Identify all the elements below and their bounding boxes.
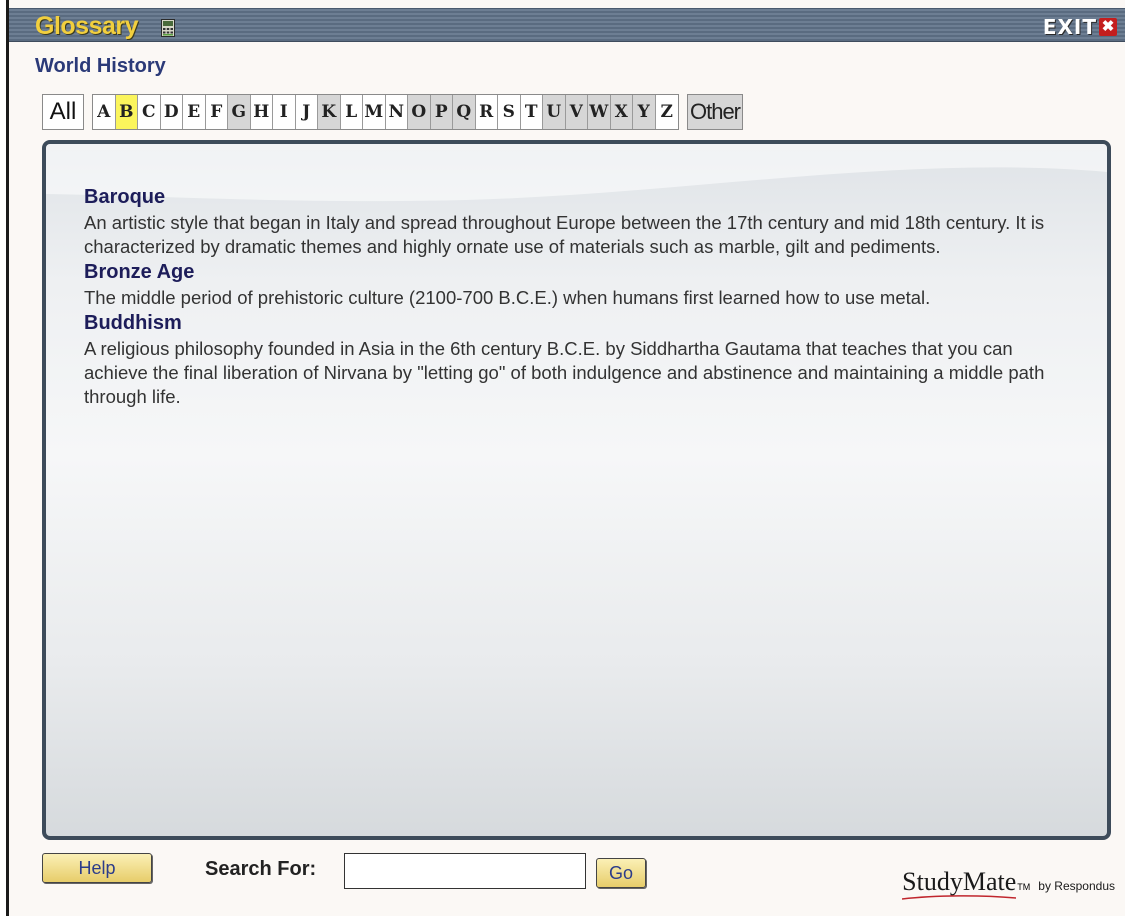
letter-button-m[interactable]: M <box>363 95 386 129</box>
close-icon: ✖ <box>1099 18 1117 36</box>
entry-term: Bronze Age <box>84 261 195 283</box>
letter-button-a[interactable]: A <box>93 95 116 129</box>
glossary-entry: Buddhism A religious philosophy founded i… <box>84 312 1074 409</box>
letter-button-u: U <box>543 95 566 129</box>
letter-button-i[interactable]: I <box>273 95 296 129</box>
exit-button[interactable]: EXIT ✖ <box>1043 15 1117 39</box>
entry-definition: A religious philosophy founded in Asia i… <box>84 338 1045 407</box>
go-button[interactable]: Go <box>596 858 646 888</box>
title-bar: Glossary EXIT ✖ <box>9 8 1125 42</box>
letter-button-z[interactable]: Z <box>655 95 678 129</box>
glossary-content-panel: Baroque An artistic style that began in I… <box>42 140 1111 840</box>
letter-button-r[interactable]: R <box>475 95 498 129</box>
letter-button-v: V <box>565 95 588 129</box>
letter-button-k: K <box>318 95 341 129</box>
entry-term: Buddhism <box>84 312 182 334</box>
subject-title: World History <box>35 55 166 77</box>
letter-buttons: ABCDEFGHIJKLMNOPQRSTUVWXYZ <box>92 94 679 130</box>
letter-button-c[interactable]: C <box>138 95 161 129</box>
brand-by-respondus: by Respondus <box>1038 879 1115 893</box>
letter-button-q: Q <box>453 95 476 129</box>
window-title: Glossary <box>35 12 139 40</box>
letter-button-f[interactable]: F <box>205 95 228 129</box>
entry-definition: The middle period of prehistoric culture… <box>84 287 931 308</box>
search-label: Search For: <box>205 858 317 880</box>
glossary-entry: Baroque An artistic style that began in I… <box>84 186 1074 259</box>
glossary-entries: Baroque An artistic style that began in I… <box>84 186 1074 411</box>
entry-term: Baroque <box>84 186 166 208</box>
letter-button-w: W <box>588 95 611 129</box>
brand-trademark: TM <box>1017 882 1031 892</box>
alphabet-filter: All ABCDEFGHIJKLMNOPQRSTUVWXYZ Other <box>42 94 743 130</box>
letter-button-p: P <box>430 95 453 129</box>
letter-button-n[interactable]: N <box>385 95 408 129</box>
letter-button-j[interactable]: J <box>295 95 318 129</box>
letter-button-d[interactable]: D <box>160 95 183 129</box>
letter-button-l[interactable]: L <box>340 95 363 129</box>
letter-button-s[interactable]: S <box>498 95 521 129</box>
calculator-icon <box>161 19 175 37</box>
letter-button-t[interactable]: T <box>520 95 543 129</box>
help-button[interactable]: Help <box>42 853 152 883</box>
filter-other-button[interactable]: Other <box>687 94 743 130</box>
search-input[interactable] <box>344 853 586 889</box>
exit-label: EXIT <box>1042 15 1097 39</box>
letter-button-y: Y <box>633 95 656 129</box>
letter-button-b[interactable]: B <box>115 95 138 129</box>
brand-name: StudyMate <box>902 867 1017 900</box>
letter-button-e[interactable]: E <box>183 95 206 129</box>
letter-button-h[interactable]: H <box>250 95 273 129</box>
filter-all-button[interactable]: All <box>42 94 84 130</box>
entry-definition: An artistic style that began in Italy an… <box>84 212 1045 257</box>
letter-button-o: O <box>408 95 431 129</box>
brand-logo: StudyMate TM by Respondus <box>902 867 1115 900</box>
brand-name-text: StudyMate <box>902 867 1017 896</box>
glossary-entry: Bronze Age The middle period of prehistor… <box>84 261 1074 310</box>
letter-button-g: G <box>228 95 251 129</box>
letter-button-x: X <box>610 95 633 129</box>
glossary-window: Glossary EXIT ✖ World History All ABCDEF… <box>6 0 1125 916</box>
footer: Help Search For: Go StudyMate TM by Resp… <box>9 850 1125 916</box>
brand-swoosh-icon <box>902 895 1017 900</box>
